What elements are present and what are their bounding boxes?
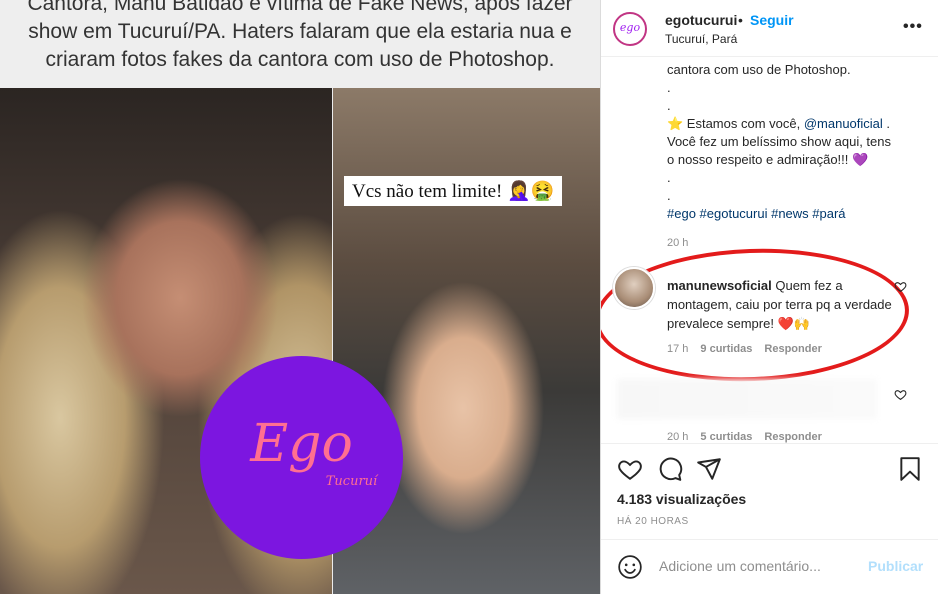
view-count[interactable]: 4.183 visualizações bbox=[617, 491, 746, 507]
headline-line-3: criaram fotos fakes da cantora com uso d… bbox=[45, 48, 555, 71]
more-options-icon[interactable]: ••• bbox=[903, 18, 923, 36]
comment-likes[interactable]: 9 curtidas bbox=[700, 343, 752, 355]
username-link[interactable]: egotucurui bbox=[665, 12, 737, 28]
post-timestamp: HÁ 20 HORAS bbox=[617, 516, 689, 527]
reply-button[interactable]: Responder bbox=[764, 343, 821, 355]
save-bookmark-icon[interactable] bbox=[897, 456, 923, 482]
caption-support-prefix: ⭐ Estamos com você, bbox=[667, 116, 804, 131]
comment-username[interactable]: manunewsoficial bbox=[667, 278, 772, 293]
caption-dot: . bbox=[667, 188, 671, 203]
comment-meta: 17 h 9 curtidas Responder bbox=[667, 343, 834, 355]
post-header: ego egotucurui • Seguir Tucuruí, Pará ••… bbox=[601, 0, 938, 57]
post-media[interactable]: Cantora, Manu Batidão é vítima de Fake N… bbox=[0, 0, 600, 594]
caption-line: Você fez um belíssimo show aqui, tens bbox=[667, 134, 892, 149]
blurred-comment bbox=[617, 379, 877, 419]
caption: cantora com uso de Photoshop. . . ⭐ Esta… bbox=[667, 61, 917, 223]
post-sidebar: ego egotucurui • Seguir Tucuruí, Pará ••… bbox=[600, 0, 938, 594]
reply-button[interactable]: Responder bbox=[764, 431, 821, 443]
image-headline: Cantora, Manu Batidão é vítima de Fake N… bbox=[0, 0, 600, 88]
caption-line: o nosso respeito e admiração!!! 💜 bbox=[667, 152, 869, 167]
emoji-icon[interactable] bbox=[617, 554, 643, 580]
comment-input[interactable] bbox=[657, 557, 861, 575]
add-comment-bar: Publicar bbox=[601, 539, 938, 595]
comments-list[interactable]: cantora com uso de Photoshop. . . ⭐ Esta… bbox=[601, 57, 938, 443]
post-actions: 4.183 visualizações HÁ 20 HORAS bbox=[601, 443, 938, 540]
caption-support-suffix: . bbox=[882, 116, 891, 131]
mention-link[interactable]: @manuoficial bbox=[804, 116, 883, 131]
separator-dot: • bbox=[738, 12, 743, 28]
logo-sub-text: Tucuruí bbox=[325, 474, 378, 489]
commenter-avatar[interactable] bbox=[613, 267, 655, 309]
comment-bubble-icon[interactable] bbox=[657, 456, 683, 482]
logo-main-text: Ego bbox=[250, 414, 353, 474]
hashtags[interactable]: #ego #egotucurui #news #pará bbox=[667, 205, 917, 223]
comment-likes[interactable]: 5 curtidas bbox=[700, 431, 752, 443]
caption-dot: . bbox=[667, 98, 671, 113]
like-comment-icon[interactable] bbox=[894, 280, 908, 294]
like-heart-icon[interactable] bbox=[617, 456, 643, 482]
comment: manunewsoficial Quem fez a montagem, cai… bbox=[667, 276, 892, 333]
caption-line: cantora com uso de Photoshop. bbox=[667, 62, 851, 77]
share-paper-plane-icon[interactable] bbox=[696, 456, 722, 482]
publish-button[interactable]: Publicar bbox=[868, 558, 923, 574]
ego-logo: Ego Tucuruí bbox=[200, 356, 403, 559]
avatar[interactable]: ego bbox=[613, 12, 647, 46]
caption-dot: . bbox=[667, 170, 671, 185]
story-label: Vcs não tem limite! 🤦‍♀️🤮 bbox=[344, 176, 563, 206]
caption-dot: . bbox=[667, 80, 671, 95]
follow-button[interactable]: Seguir bbox=[750, 12, 794, 28]
like-comment-icon[interactable] bbox=[894, 388, 908, 402]
comment-time[interactable]: 17 h bbox=[667, 343, 688, 355]
location-link[interactable]: Tucuruí, Pará bbox=[665, 32, 737, 46]
comment-time[interactable]: 20 h bbox=[667, 431, 688, 443]
avatar-text: ego bbox=[619, 21, 641, 34]
caption-time[interactable]: 20 h bbox=[667, 237, 688, 249]
headline-line-2: show em Tucuruí/PA. Haters falaram que e… bbox=[28, 20, 572, 43]
comment-meta: 20 h 5 curtidas Responder bbox=[667, 431, 834, 443]
headline-line-1: Cantora, Manu Batidão é vítima de Fake N… bbox=[27, 0, 573, 15]
caption-support: ⭐ Estamos com você, @manuoficial . bbox=[667, 115, 917, 133]
